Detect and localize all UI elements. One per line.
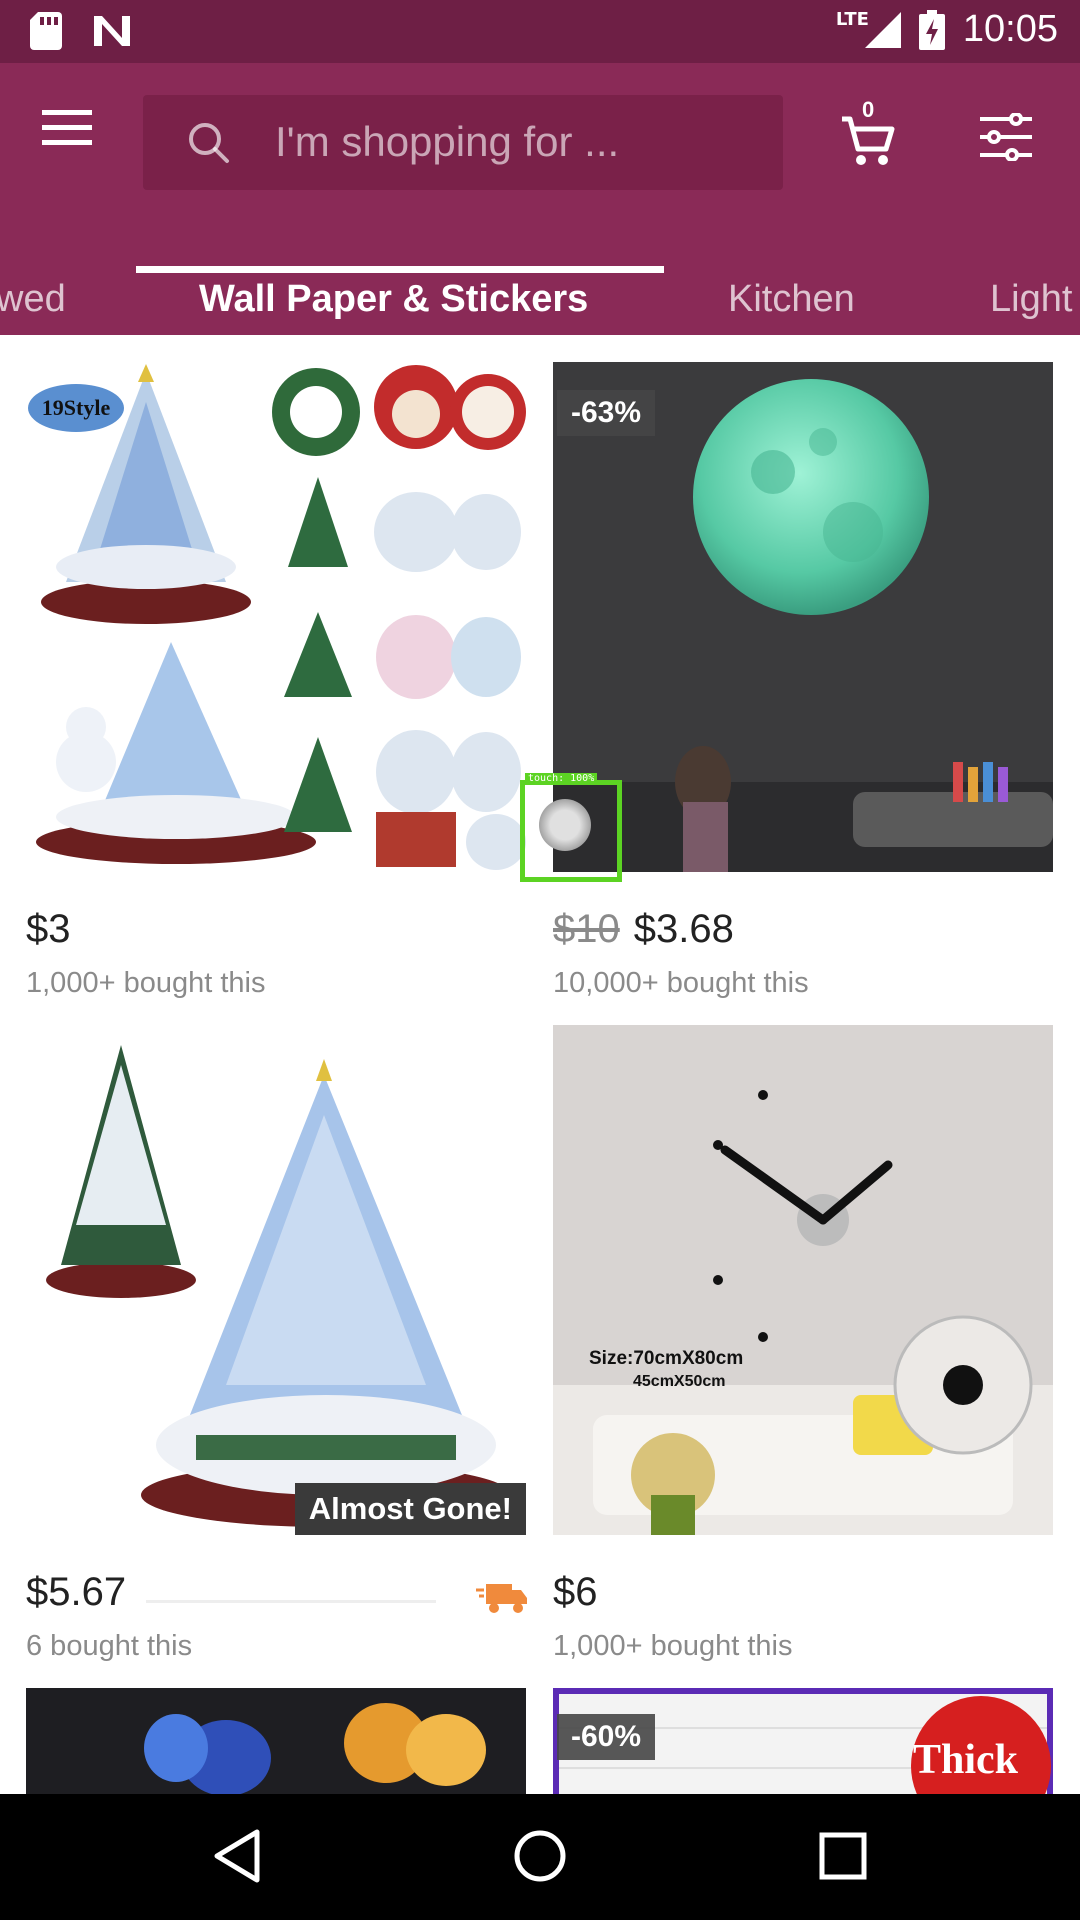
size-text-2: 45cmX50cm: [633, 1373, 726, 1390]
price-value: $3.68: [633, 907, 734, 951]
style-tag: 19Style: [28, 384, 124, 432]
filter-icon: [980, 112, 1032, 162]
bought-count-4: 1,000+ bought this: [553, 1630, 793, 1662]
discount-badge-6: -60%: [557, 1714, 656, 1760]
status-bar: LTE 10:05: [0, 0, 1080, 63]
christmas-tree-image-2: [46, 1045, 511, 1527]
size-text: Size:70cmX80cm: [589, 1348, 744, 1369]
christmas-tree-image: [36, 364, 526, 870]
truck-icon: [476, 1584, 527, 1613]
price-value: $3: [26, 907, 71, 951]
app-bar: 0 wed Wall Paper & Stickers Kitchen Ligh…: [0, 63, 1080, 335]
tab-indicator: [136, 266, 664, 273]
product-price-1: $3: [26, 907, 71, 952]
product-card-1[interactable]: 19Style $3 1,000+ bought this: [26, 362, 526, 1002]
discount-badge-2: -63%: [557, 390, 656, 436]
back-button[interactable]: [207, 1826, 267, 1886]
product-image-1: 19Style: [26, 362, 526, 872]
bought-count-1: 1,000+ bought this: [26, 967, 266, 999]
product-price-3: $5.67: [26, 1570, 126, 1615]
bought-count-3: 6 bought this: [26, 1630, 193, 1662]
filter-button[interactable]: [978, 112, 1034, 163]
tab-wall-paper-stickers[interactable]: Wall Paper & Stickers: [199, 263, 588, 335]
product-card-2[interactable]: -63% $10 $3.68 10,000+ bought this: [553, 362, 1053, 1002]
search-box[interactable]: [143, 95, 783, 190]
status-time: 10:05: [962, 8, 1058, 50]
cart-button[interactable]: 0: [840, 97, 900, 165]
menu-button[interactable]: [42, 108, 102, 156]
product-price-4: $6: [553, 1570, 598, 1615]
notification-n-icon: [94, 16, 130, 46]
search-icon: [189, 123, 229, 163]
almost-gone-badge: Almost Gone!: [294, 1483, 526, 1535]
menu-icon: [42, 110, 92, 145]
home-icon: [514, 1830, 566, 1882]
price-value: $5.67: [26, 1570, 127, 1614]
product-image-5: [26, 1688, 526, 1794]
original-price: $10: [553, 907, 620, 951]
bought-count-2: 10,000+ bought this: [553, 967, 809, 999]
product-image-4: Size:70cmX80cm 45cmX50cm: [553, 1025, 1053, 1535]
recents-button[interactable]: [813, 1826, 873, 1886]
cart-icon: [842, 116, 895, 165]
tab-wed[interactable]: wed: [0, 263, 66, 335]
search-input[interactable]: [273, 109, 767, 175]
back-icon: [214, 1829, 260, 1883]
touch-label: touch: 100%: [525, 773, 598, 784]
network-type: LTE: [835, 9, 869, 30]
product-card-6[interactable]: -60% Thick: [553, 1688, 1053, 1794]
thick-label: Thick: [913, 1737, 1019, 1783]
recents-icon: [819, 1832, 867, 1880]
category-tabs: wed Wall Paper & Stickers Kitchen Light: [0, 263, 1080, 335]
wall-clock-image: [553, 1090, 1053, 1535]
product-card-5[interactable]: [26, 1688, 526, 1794]
product-card-3[interactable]: Almost Gone! $5.67 6 bought this: [26, 1025, 527, 1665]
system-nav-bar: [0, 1794, 1080, 1920]
product-card-4[interactable]: Size:70cmX80cm 45cmX50cm $6 1,000+ bough…: [553, 1025, 1053, 1665]
battery-charging-icon: [918, 9, 945, 50]
product-image-2: -63%: [553, 362, 1053, 872]
tab-kitchen[interactable]: Kitchen: [728, 263, 855, 335]
shipping-progress: [146, 1600, 436, 1603]
tab-light[interactable]: Light: [990, 263, 1072, 335]
product-image-3: Almost Gone!: [26, 1025, 526, 1535]
touch-indicator: touch: 100%: [520, 773, 622, 882]
sd-card-icon: [30, 12, 62, 50]
touch-point: [539, 799, 591, 851]
butterfly-lights-image: [144, 1703, 486, 1794]
home-button[interactable]: [510, 1826, 570, 1886]
product-price-2: $10 $3.68: [553, 907, 734, 952]
moon-wall-sticker-image: [553, 379, 1053, 872]
signal-icon: [864, 11, 901, 48]
price-value: $6: [553, 1570, 598, 1614]
product-image-6: -60% Thick: [553, 1688, 1053, 1794]
